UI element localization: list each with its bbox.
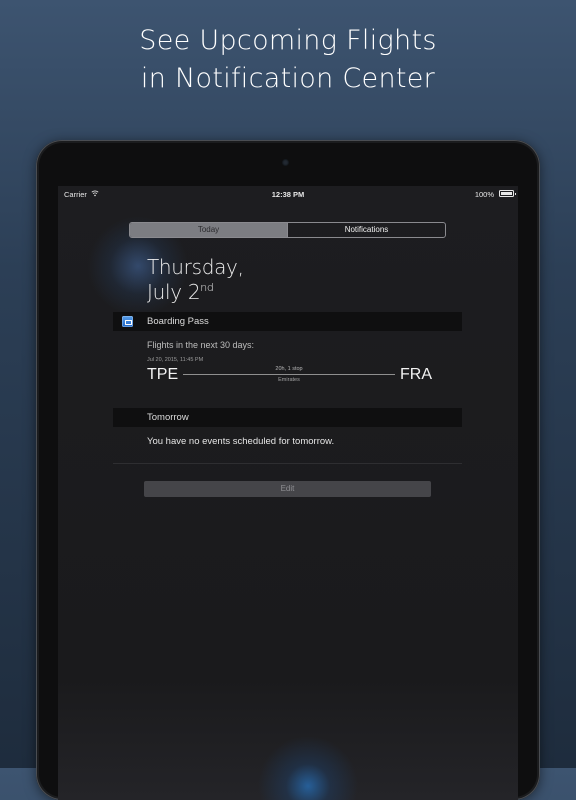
status-time: 12:38 PM — [271, 190, 305, 199]
flight-airline: Emirates — [278, 377, 300, 383]
view-segmented-control: Today Notifications — [129, 222, 446, 238]
battery-icon — [499, 190, 516, 197]
tomorrow-message: You have no events scheduled for tomorro… — [147, 436, 335, 447]
status-battery-percent: 100% — [474, 190, 494, 199]
date-month-day: July 2nd — [147, 280, 214, 304]
edit-button[interactable]: Edit — [144, 481, 431, 497]
status-bar: Carrier 12:38 PM 100% — [58, 186, 518, 202]
tomorrow-widget-header: Tomorrow — [113, 408, 462, 427]
date-ordinal-suffix: nd — [200, 281, 214, 294]
flight-duration: 20h, 1 stop — [275, 366, 303, 372]
front-camera-icon — [282, 159, 289, 166]
flight-destination[interactable]: FRA — [400, 366, 432, 384]
boarding-pass-title: Boarding Pass — [147, 316, 209, 327]
date-month-day-text: July 2 — [147, 280, 201, 304]
flight-route-line — [183, 374, 395, 375]
promo-headline: See Upcoming Flights in Notification Cen… — [0, 22, 576, 98]
boarding-pass-widget-header[interactable]: Boarding Pass — [113, 312, 462, 331]
notification-center-screen: Carrier 12:38 PM 100% Today Notification… — [58, 186, 518, 800]
headline-line-2: in Notification Center — [140, 63, 436, 94]
tab-notifications[interactable]: Notifications — [287, 223, 445, 237]
flight-date: Jul 20, 2015, 11:45 PM — [147, 357, 204, 363]
ipad-device-frame: Carrier 12:38 PM 100% Today Notification… — [36, 140, 540, 800]
tomorrow-title: Tomorrow — [147, 412, 189, 423]
date-weekday: Thursday, — [147, 255, 244, 279]
tab-today[interactable]: Today — [130, 223, 287, 237]
flight-origin[interactable]: TPE — [147, 366, 178, 384]
boarding-pass-app-icon — [122, 316, 133, 327]
flights-subtitle: Flights in the next 30 days: — [147, 340, 255, 350]
widget-divider — [113, 463, 462, 464]
headline-line-1: See Upcoming Flights — [139, 25, 437, 56]
